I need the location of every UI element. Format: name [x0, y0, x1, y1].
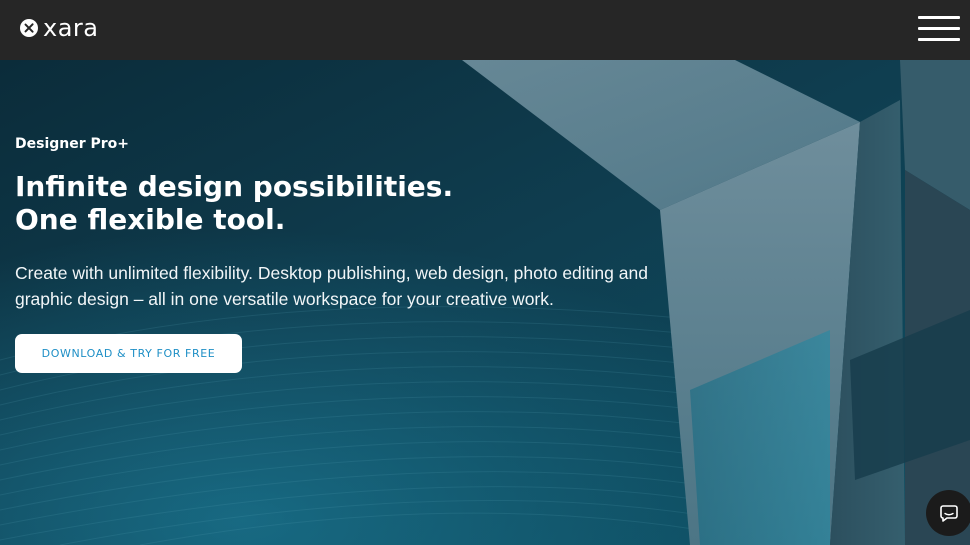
- hero-headline: Infinite design possibilities. One flexi…: [15, 170, 575, 236]
- chat-widget-button[interactable]: [926, 490, 970, 536]
- logo-text: xara: [43, 14, 99, 42]
- menu-bar-middle: [918, 27, 960, 30]
- top-navigation-bar: xara: [0, 0, 970, 60]
- menu-bar-top: [918, 16, 960, 19]
- xara-logo-link[interactable]: xara: [20, 14, 98, 42]
- menu-bar-bottom: [918, 38, 960, 41]
- download-try-free-button[interactable]: DOWNLOAD & TRY FOR FREE: [15, 334, 242, 373]
- product-name: Designer Pro+: [15, 136, 130, 152]
- chat-icon: [940, 505, 958, 522]
- hero-headline-line-2: One flexible tool.: [15, 203, 286, 236]
- hamburger-menu-icon[interactable]: [918, 16, 960, 42]
- hero-description: Create with unlimited flexibility. Deskt…: [15, 263, 648, 309]
- hero-headline-line-1: Infinite design possibilities.: [15, 170, 454, 203]
- xara-logo-icon: [20, 19, 38, 37]
- page: xara Designer Pro+ Infinite design possi…: [0, 0, 970, 545]
